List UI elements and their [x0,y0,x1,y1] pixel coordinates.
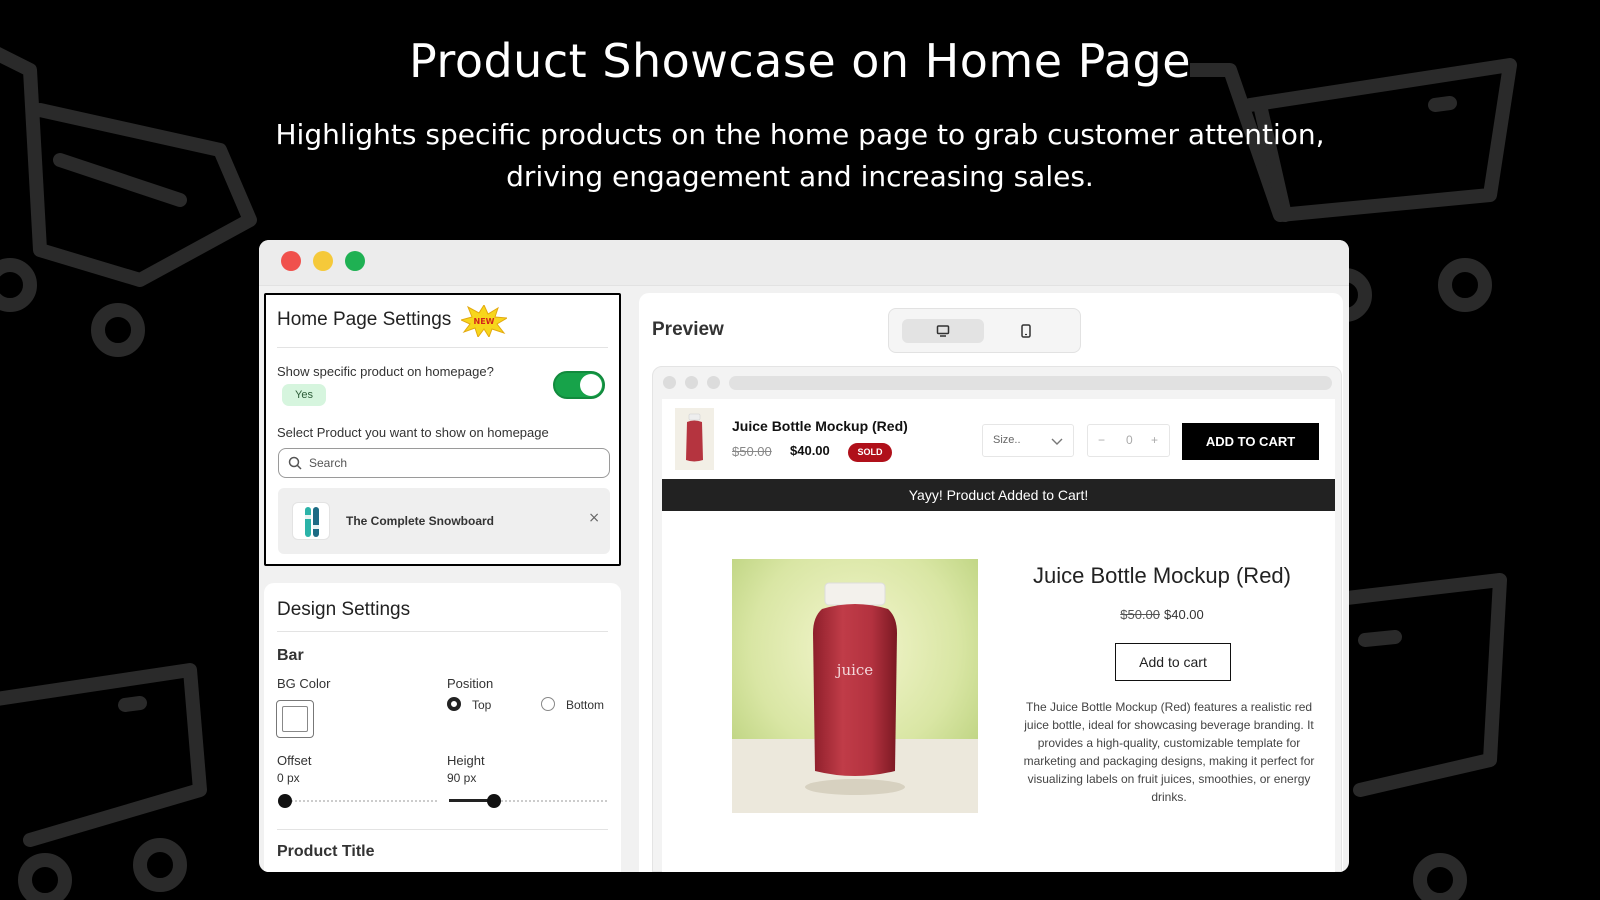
selected-product-item: The Complete Snowboard × [278,488,610,554]
bar-section-title: Bar [277,647,304,664]
mini-dot [707,376,720,389]
bar-product-name: Juice Bottle Mockup (Red) [732,418,908,434]
bg-color-label: BG Color [277,676,331,691]
search-placeholder: Search [309,456,348,470]
offset-value: 0 px [277,771,300,785]
toggle-label: Show specific product on homepage? [277,364,494,379]
snowboard-thumbnail [292,502,330,540]
showcase-title: Juice Bottle Mockup (Red) [1033,563,1291,588]
qty-minus-button[interactable]: − [1098,433,1105,447]
sold-badge: SOLD [848,443,892,462]
showcase-old-price: $50.00 [1120,607,1160,622]
close-dot[interactable] [281,251,301,271]
showcase-description: The Juice Bottle Mockup (Red) features a… [1023,700,1315,804]
position-bottom-radio[interactable] [541,697,555,711]
showcase-price: $50.00 $40.00 [1002,607,1322,622]
height-label: Height [447,753,485,768]
hero-subtitle: Highlights specific products on the home… [275,118,1325,193]
cart-background-icon [0,663,207,900]
preview-title: Preview [652,319,724,340]
snowboard-icon [305,507,319,537]
divider [277,829,608,830]
cart-background-icon [1323,573,1507,900]
window-titlebar [259,240,1349,286]
position-top-label: Top [472,698,492,712]
new-badge-text: NEW [474,317,495,326]
mini-url-bar [729,376,1332,390]
minimize-dot[interactable] [313,251,333,271]
bottle-label-text: juice [835,661,874,679]
device-switcher [888,308,1081,353]
showcase-add-to-cart-button[interactable]: Add to cart [1115,643,1231,681]
height-slider-fill [449,799,491,802]
add-to-cart-button[interactable]: ADD TO CART [1182,423,1319,460]
mobile-icon [1021,324,1031,338]
remove-product-icon[interactable]: × [588,510,600,526]
preview-browser: Juice Bottle Mockup (Red) $50.00 $40.00 … [652,366,1342,872]
sticky-cart-bar: Juice Bottle Mockup (Red) $50.00 $40.00 … [662,399,1335,479]
design-settings-title: Design Settings [277,599,411,620]
bottle-thumbnail [675,408,714,470]
height-slider-thumb[interactable] [487,794,501,808]
height-value: 90 px [447,771,477,785]
product-image: juice [732,559,978,813]
selected-product-name: The Complete Snowboard [346,514,495,528]
hero-title: Product Showcase on Home Page [408,34,1191,88]
position-label: Position [447,676,494,691]
mini-dot [663,376,676,389]
bar-price: $40.00 [790,443,830,458]
home-settings-title: Home Page Settings [277,309,452,330]
product-showcase: juice Juice Bottle Mockup (Red) $50.00 $4… [662,511,1335,872]
position-top-radio[interactable] [447,697,461,711]
size-select-value: Size.. [993,434,1021,446]
toggle-knob [580,374,602,396]
search-icon [288,456,302,470]
position-bottom-label: Bottom [566,698,605,712]
new-badge-icon: NEW [461,305,507,337]
toggle-status-badge: Yes [282,384,326,406]
bg-color-swatch [282,706,308,732]
offset-slider-thumb[interactable] [278,794,292,808]
bar-old-price: $50.00 [732,444,772,459]
bg-color-picker[interactable] [276,700,314,738]
product-title-section: Product Title [277,843,375,860]
size-select[interactable]: Size.. [982,424,1074,457]
divider [277,631,608,632]
chevron-down-icon [1051,438,1063,445]
mobile-view-button[interactable] [1009,319,1043,343]
home-page-settings-panel: Home Page Settings NEW Show specific pro… [264,293,621,566]
added-to-cart-notice: Yayy! Product Added to Cart! [662,479,1335,511]
qty-plus-button[interactable]: + [1151,433,1158,447]
desktop-icon [936,325,950,337]
app-window: Home Page Settings NEW Show specific pro… [259,240,1349,872]
offset-label: Offset [277,753,312,768]
select-product-label: Select Product you want to show on homep… [277,425,549,440]
offset-slider-track[interactable] [279,800,439,802]
showcase-new-price: $40.00 [1164,607,1204,622]
desktop-view-button[interactable] [902,319,984,343]
maximize-dot[interactable] [345,251,365,271]
qty-value: 0 [1126,433,1133,447]
divider [277,347,608,348]
show-product-toggle[interactable] [553,371,605,399]
design-settings-panel: Design Settings Bar BG Color Position To… [264,583,621,872]
preview-panel: Preview Juice Bottle Mockup (Red) $50.00… [639,293,1343,872]
mini-dot [685,376,698,389]
quantity-stepper[interactable]: − 0 + [1087,424,1170,457]
product-search-input[interactable]: Search [278,448,610,478]
